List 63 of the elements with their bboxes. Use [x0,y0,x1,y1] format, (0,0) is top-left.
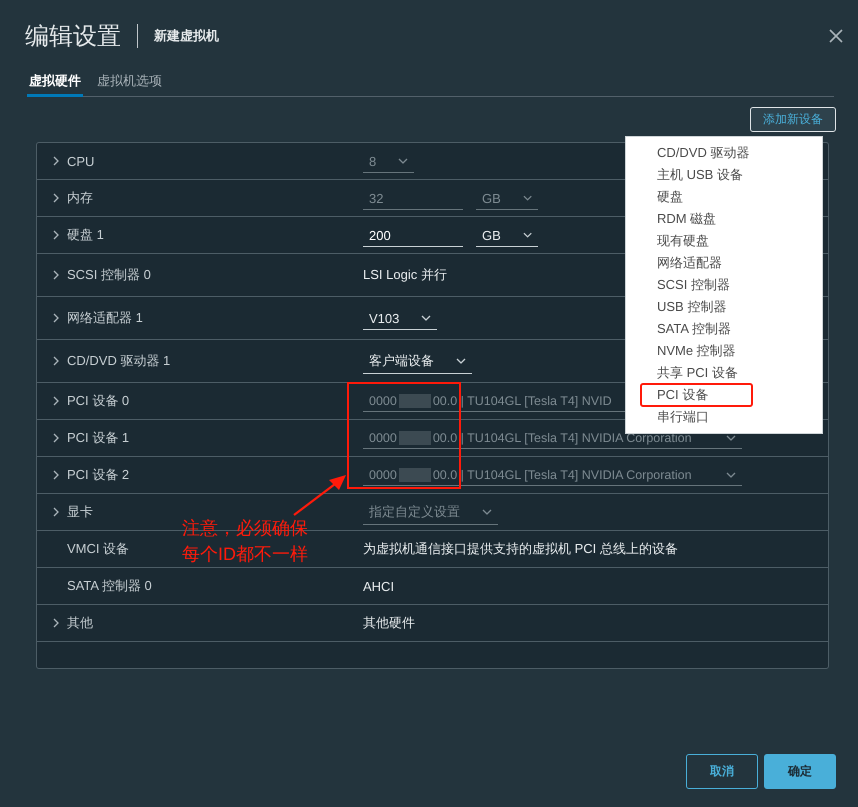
chevron-icon[interactable] [53,270,59,280]
caret-icon [456,358,466,364]
unit-select[interactable]: GB [476,224,538,246]
caret-icon [522,195,532,201]
row-label: 网络适配器 1 [67,309,143,327]
device-name: 00.0 | TU104GL [Tesla T4] NVID [432,394,612,408]
device-id-start: 0000 [369,394,397,408]
redaction-block [398,468,431,482]
row-value: 为虚拟机通信接口提供支持的虚拟机 PCI 总线上的设备 [363,540,678,558]
chevron-icon[interactable] [53,356,59,366]
row-label: PCI 设备 1 [67,429,130,447]
tab[interactable]: 虚拟硬件 [27,72,83,97]
select-field[interactable]: 客户端设备 [363,348,472,374]
caret-icon [421,315,432,321]
close-icon[interactable] [828,28,844,44]
menu-item[interactable]: SCSI 控制器 [626,274,822,296]
redaction-block [398,394,431,408]
row-label: SATA 控制器 0 [67,577,152,595]
row-label: PCI 设备 0 [67,392,130,410]
caret-icon [522,232,532,238]
chevron-icon[interactable] [53,313,59,323]
menu-item[interactable]: CD/DVD 驱动器 [626,142,822,164]
select-field[interactable]: V103 [363,306,438,330]
menu-item[interactable]: 网络适配器 [626,252,822,274]
device-name: 00.0 | TU104GL [Tesla T4] NVIDIA Corporation [432,468,692,482]
row-label: 内存 [67,189,93,207]
menu-item[interactable]: USB 控制器 [626,296,822,318]
caret-icon [398,158,408,164]
chevron-icon[interactable] [53,618,59,628]
menu-item[interactable]: 硬盘 [626,186,822,208]
window-subtitle: 新建虚拟机 [154,27,219,45]
menu-item[interactable]: RDM 磁盘 [626,208,822,230]
annotation-text: 每个ID都不一样 [182,543,308,566]
row-value: 其他硬件 [363,614,415,632]
device-id-start: 0000 [369,431,397,445]
row-value: AHCI [363,578,394,594]
row-label: PCI 设备 2 [67,466,130,484]
row-label: SCSI 控制器 0 [67,266,151,284]
row-label: CD/DVD 驱动器 1 [67,352,170,370]
row-label: 其他 [67,614,93,632]
row-label: CPU [67,154,94,168]
device-name: 00.0 | TU104GL [Tesla T4] NVIDIA Corporation [432,431,692,445]
device-id-start: 0000 [369,468,397,482]
row-label: 显卡 [67,503,93,521]
menu-item[interactable]: SATA 控制器 [626,318,822,340]
redaction-block [398,431,431,445]
window-title: 编辑设置 [25,22,121,52]
annotation-arrow [293,475,346,516]
tab[interactable]: 虚拟机选项 [95,72,164,97]
row-value: LSI Logic 并行 [363,266,447,284]
menu-item[interactable]: 现有硬盘 [626,230,822,252]
row-label: VMCI 设备 [67,540,130,558]
caret-icon [482,509,492,515]
row-label: 硬盘 1 [67,226,104,244]
chevron-icon[interactable] [53,230,59,240]
menu-item[interactable]: NVMe 控制器 [626,340,822,362]
input-field[interactable]: 200 [363,224,463,246]
menu-item[interactable]: 共享 PCI 设备 [626,362,822,384]
annotation-text: 注意，必须确保 [182,517,308,540]
menu-item[interactable]: 主机 USB 设备 [626,164,822,186]
ok-button[interactable]: 确定 [764,754,836,789]
cancel-button[interactable]: 取消 [686,754,758,789]
add-device-button[interactable]: 添加新设备 [750,107,836,132]
